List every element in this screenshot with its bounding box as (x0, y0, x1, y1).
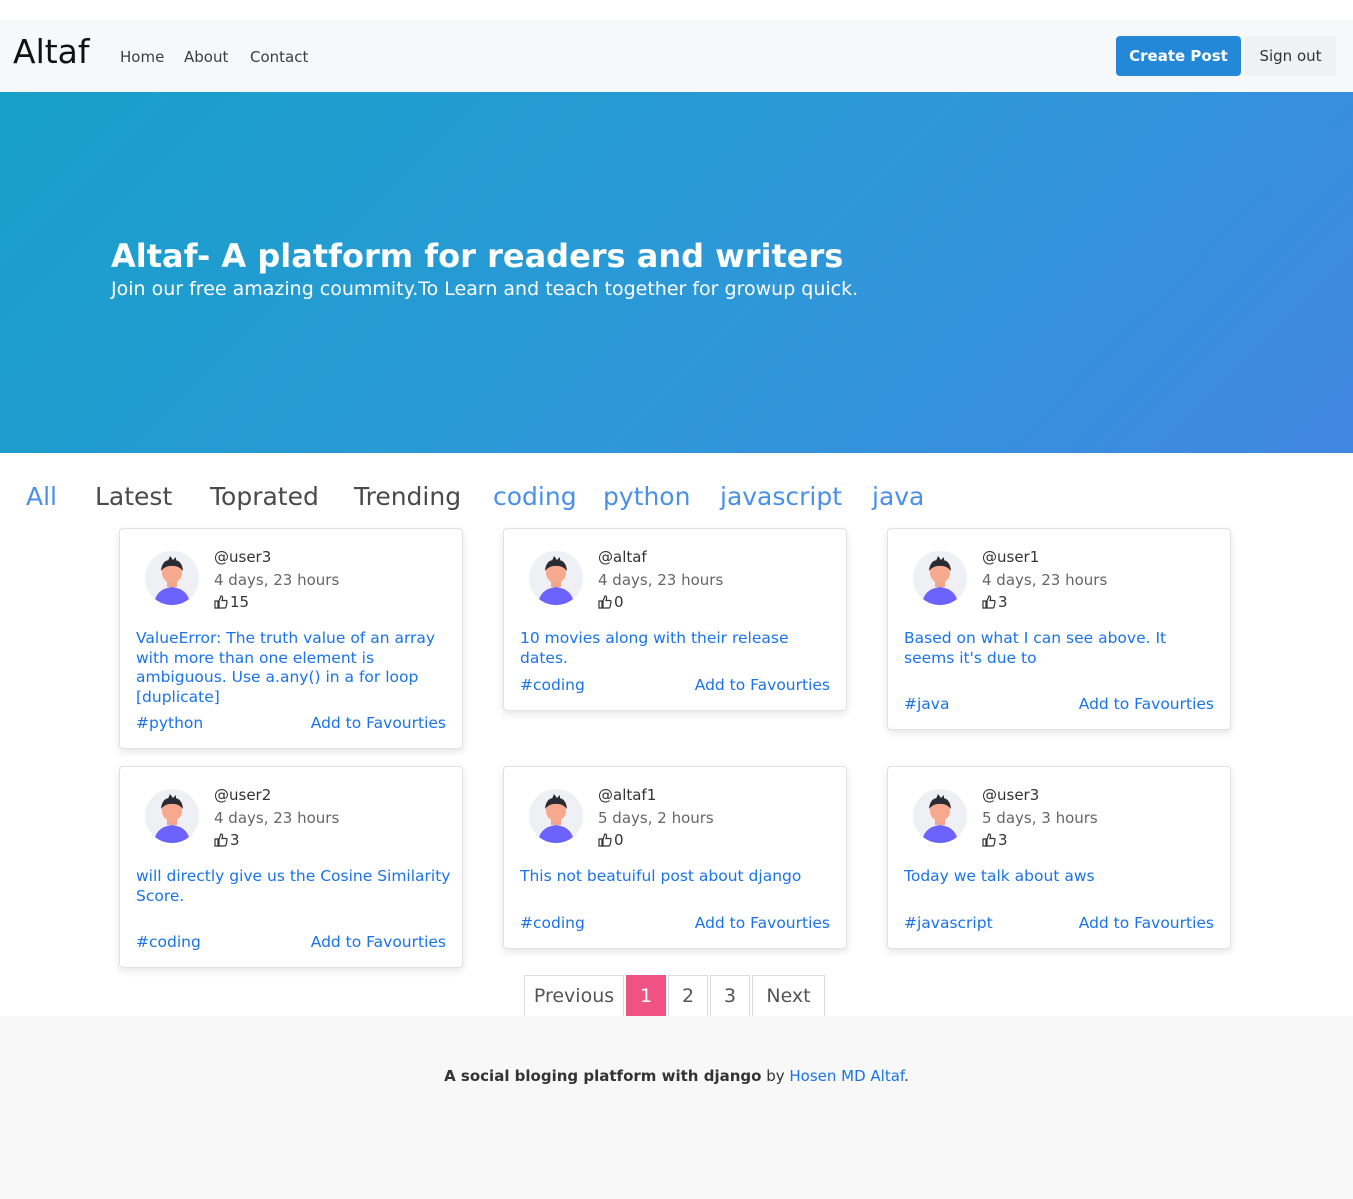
create-post-button[interactable]: Create Post (1116, 36, 1241, 76)
add-to-favourites-link[interactable]: Add to Favourties (311, 714, 446, 732)
user-avatar-icon (529, 551, 583, 605)
post-title-link[interactable]: Based on what I can see above. It seems … (904, 629, 1220, 668)
user-avatar-icon (145, 789, 199, 843)
pagination-next[interactable]: Next (752, 975, 825, 1017)
post-username[interactable]: @user1 (982, 548, 1039, 566)
post-votes: 3 (982, 831, 1008, 849)
nav-link-contact[interactable]: Contact (250, 48, 308, 66)
footer-end: . (904, 1067, 909, 1085)
post-vote-count: 0 (614, 831, 624, 849)
post-votes: 0 (598, 593, 624, 611)
pagination-page-2[interactable]: 2 (668, 975, 708, 1017)
post-vote-count: 0 (614, 593, 624, 611)
user-avatar-icon (145, 551, 199, 605)
post-title-link[interactable]: 10 movies along with their release dates… (520, 629, 836, 668)
post-tag-link[interactable]: #java (904, 695, 949, 713)
filter-tab-javascript[interactable]: javascript (720, 482, 842, 511)
post-votes: 15 (214, 593, 249, 611)
post-card: @user1 4 days, 23 hours 3 Based on what … (887, 528, 1231, 730)
brand-logo[interactable]: Altaf (13, 32, 90, 71)
thumbs-up-icon (214, 833, 228, 847)
hero-title: Altaf- A platform for readers and writer… (111, 237, 844, 275)
navbar: Altaf Home About Contact Create Post Sig… (0, 20, 1353, 92)
post-time: 4 days, 23 hours (214, 571, 340, 589)
post-votes: 0 (598, 831, 624, 849)
post-title-link[interactable]: Today we talk about aws (904, 867, 1220, 887)
thumbs-up-icon (598, 833, 612, 847)
post-time: 4 days, 23 hours (598, 571, 724, 589)
post-tag-link[interactable]: #coding (520, 914, 585, 932)
post-card: @user3 5 days, 3 hours 3 Today we talk a… (887, 766, 1231, 949)
post-username[interactable]: @user3 (982, 786, 1039, 804)
footer-tagline: A social bloging platform with django (444, 1067, 762, 1085)
post-card: @user2 4 days, 23 hours 3 will directly … (119, 766, 463, 968)
filter-tab-toprated[interactable]: Toprated (210, 482, 319, 511)
footer-author-link[interactable]: Hosen MD Altaf (789, 1067, 904, 1085)
post-title-link[interactable]: This not beatuiful post about django (520, 867, 836, 887)
post-card: @altaf 4 days, 23 hours 0 10 movies alon… (503, 528, 847, 711)
thumbs-up-icon (598, 595, 612, 609)
post-votes: 3 (214, 831, 240, 849)
footer: A social bloging platform with django by… (0, 1016, 1353, 1199)
filter-tab-latest[interactable]: Latest (95, 482, 172, 511)
post-username[interactable]: @user3 (214, 548, 271, 566)
sign-out-button[interactable]: Sign out (1245, 36, 1336, 76)
pagination-page-1[interactable]: 1 (626, 975, 666, 1017)
post-vote-count: 3 (998, 831, 1008, 849)
filter-tab-all[interactable]: All (26, 482, 57, 511)
post-vote-count: 3 (230, 831, 240, 849)
filter-tab-trending[interactable]: Trending (354, 482, 461, 511)
post-time: 4 days, 23 hours (214, 809, 340, 827)
add-to-favourites-link[interactable]: Add to Favourties (695, 914, 830, 932)
post-card: @altaf1 5 days, 2 hours 0 This not beatu… (503, 766, 847, 949)
user-avatar-icon (529, 789, 583, 843)
post-time: 5 days, 2 hours (598, 809, 714, 827)
add-to-favourites-link[interactable]: Add to Favourties (1079, 914, 1214, 932)
hero-banner: Altaf- A platform for readers and writer… (0, 92, 1353, 453)
filter-tab-java[interactable]: java (872, 482, 924, 511)
post-title-link[interactable]: ValueError: The truth value of an array … (136, 629, 452, 707)
post-username[interactable]: @user2 (214, 786, 271, 804)
post-tag-link[interactable]: #coding (520, 676, 585, 694)
add-to-favourites-link[interactable]: Add to Favourties (695, 676, 830, 694)
post-tag-link[interactable]: #python (136, 714, 203, 732)
thumbs-up-icon (982, 833, 996, 847)
thumbs-up-icon (982, 595, 996, 609)
post-vote-count: 15 (230, 593, 250, 611)
post-votes: 3 (982, 593, 1008, 611)
thumbs-up-icon (214, 595, 228, 609)
add-to-favourites-link[interactable]: Add to Favourties (311, 933, 446, 951)
pagination-page-3[interactable]: 3 (710, 975, 750, 1017)
filter-tab-coding[interactable]: coding (493, 482, 577, 511)
hero-subtitle: Join our free amazing coummity.To Learn … (111, 278, 859, 300)
post-card: @user3 4 days, 23 hours 15 ValueError: T… (119, 528, 463, 749)
nav-link-about[interactable]: About (184, 48, 228, 66)
post-time: 5 days, 3 hours (982, 809, 1098, 827)
post-time: 4 days, 23 hours (982, 571, 1108, 589)
post-username[interactable]: @altaf1 (598, 786, 656, 804)
user-avatar-icon (913, 551, 967, 605)
filter-tab-python[interactable]: python (603, 482, 690, 511)
post-vote-count: 3 (998, 593, 1008, 611)
post-tag-link[interactable]: #coding (136, 933, 201, 951)
add-to-favourites-link[interactable]: Add to Favourties (1079, 695, 1214, 713)
user-avatar-icon (913, 789, 967, 843)
pagination-previous[interactable]: Previous (524, 975, 624, 1017)
post-username[interactable]: @altaf (598, 548, 647, 566)
post-tag-link[interactable]: #javascript (904, 914, 993, 932)
nav-link-home[interactable]: Home (120, 48, 164, 66)
footer-text: A social bloging platform with django by… (0, 1067, 1353, 1085)
post-title-link[interactable]: will directly give us the Cosine Similar… (136, 867, 452, 906)
footer-by: by (761, 1067, 790, 1085)
